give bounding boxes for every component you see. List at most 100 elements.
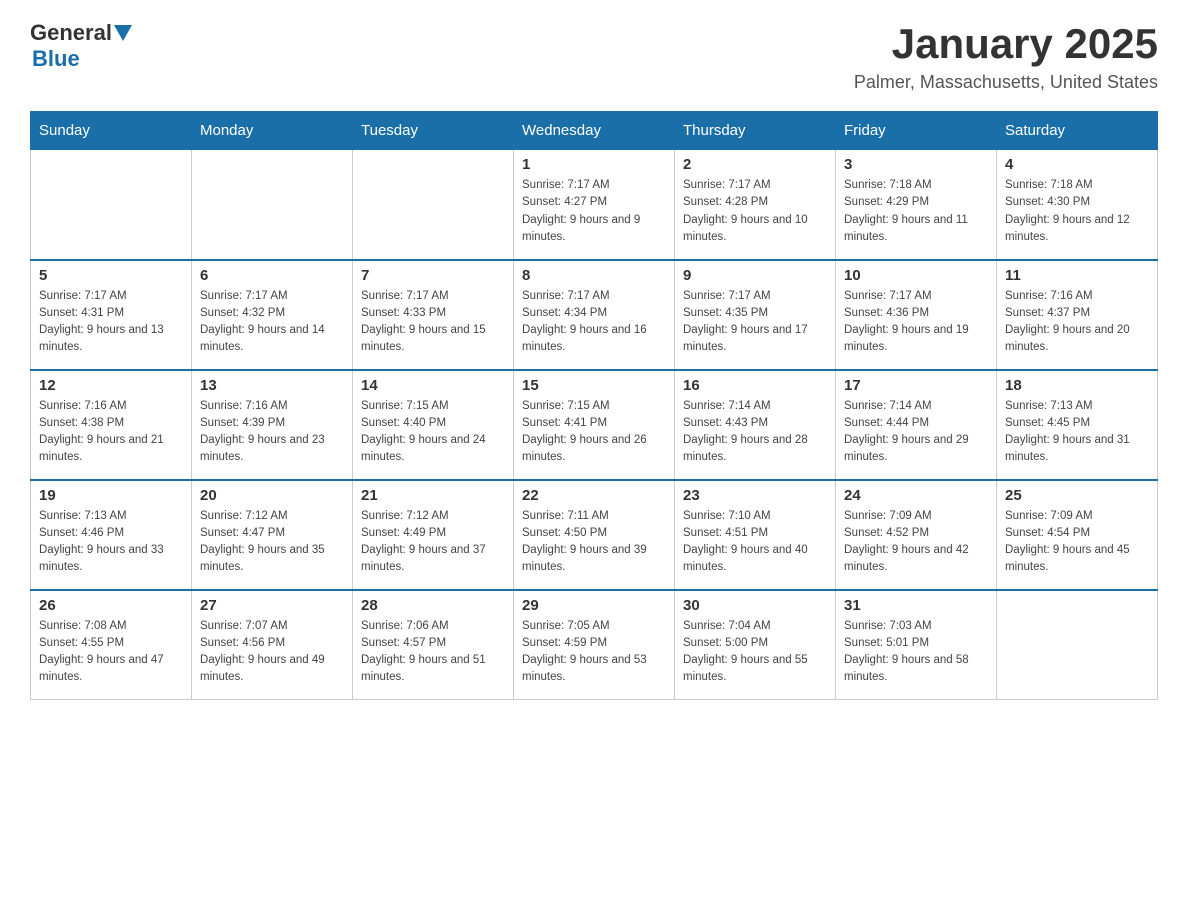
cell-week5-day2: 27 Sunrise: 7:07 AM Sunset: 4:56 PM Dayli…	[192, 590, 353, 700]
day-number: 13	[200, 377, 344, 394]
day-info: Sunrise: 7:17 AM Sunset: 4:36 PM Dayligh…	[844, 288, 988, 357]
day-number: 12	[39, 377, 183, 394]
header-sunday: Sunday	[31, 112, 192, 150]
day-number: 3	[844, 156, 988, 173]
cell-week3-day4: 15 Sunrise: 7:15 AM Sunset: 4:41 PM Dayli…	[514, 370, 675, 480]
day-info: Sunrise: 7:12 AM Sunset: 4:49 PM Dayligh…	[361, 508, 505, 577]
day-number: 20	[200, 487, 344, 504]
day-number: 15	[522, 377, 666, 394]
day-number: 24	[844, 487, 988, 504]
day-info: Sunrise: 7:15 AM Sunset: 4:41 PM Dayligh…	[522, 398, 666, 467]
day-number: 25	[1005, 487, 1149, 504]
week-row-3: 12 Sunrise: 7:16 AM Sunset: 4:38 PM Dayli…	[31, 370, 1158, 480]
cell-week2-day2: 6 Sunrise: 7:17 AM Sunset: 4:32 PM Daylig…	[192, 260, 353, 370]
day-number: 4	[1005, 156, 1149, 173]
day-number: 22	[522, 487, 666, 504]
day-info: Sunrise: 7:07 AM Sunset: 4:56 PM Dayligh…	[200, 618, 344, 687]
day-info: Sunrise: 7:17 AM Sunset: 4:28 PM Dayligh…	[683, 177, 827, 246]
day-info: Sunrise: 7:09 AM Sunset: 4:52 PM Dayligh…	[844, 508, 988, 577]
day-number: 19	[39, 487, 183, 504]
day-number: 11	[1005, 267, 1149, 284]
day-number: 31	[844, 597, 988, 614]
cell-week1-day5: 2Sunrise: 7:17 AM Sunset: 4:28 PM Daylig…	[675, 150, 836, 260]
cell-week2-day5: 9 Sunrise: 7:17 AM Sunset: 4:35 PM Daylig…	[675, 260, 836, 370]
cell-week2-day7: 11 Sunrise: 7:16 AM Sunset: 4:37 PM Dayli…	[997, 260, 1158, 370]
day-info: Sunrise: 7:15 AM Sunset: 4:40 PM Dayligh…	[361, 398, 505, 467]
header-monday: Monday	[192, 112, 353, 150]
cell-week1-day3	[353, 150, 514, 260]
cell-week1-day4: 1 Sunrise: 7:17 AM Sunset: 4:27 PM Daylig…	[514, 150, 675, 260]
day-number: 8	[522, 267, 666, 284]
cell-week5-day4: 29 Sunrise: 7:05 AM Sunset: 4:59 PM Dayli…	[514, 590, 675, 700]
day-number: 7	[361, 267, 505, 284]
logo-general-text: General	[30, 20, 112, 46]
week-row-4: 19 Sunrise: 7:13 AM Sunset: 4:46 PM Dayli…	[31, 480, 1158, 590]
day-info: Sunrise: 7:16 AM Sunset: 4:38 PM Dayligh…	[39, 398, 183, 467]
day-number: 10	[844, 267, 988, 284]
day-info: Sunrise: 7:12 AM Sunset: 4:47 PM Dayligh…	[200, 508, 344, 577]
day-number: 14	[361, 377, 505, 394]
cell-week3-day7: 18 Sunrise: 7:13 AM Sunset: 4:45 PM Dayli…	[997, 370, 1158, 480]
cell-week1-day7: 4 Sunrise: 7:18 AM Sunset: 4:30 PM Daylig…	[997, 150, 1158, 260]
day-number: 1	[522, 156, 666, 173]
cell-week4-day6: 24 Sunrise: 7:09 AM Sunset: 4:52 PM Dayli…	[836, 480, 997, 590]
page-header: General Blue January 2025 Palmer, Massac…	[30, 20, 1158, 93]
day-info: Sunrise: 7:17 AM Sunset: 4:27 PM Dayligh…	[522, 177, 666, 246]
cell-week4-day3: 21 Sunrise: 7:12 AM Sunset: 4:49 PM Dayli…	[353, 480, 514, 590]
day-number: 5	[39, 267, 183, 284]
day-info: Sunrise: 7:17 AM Sunset: 4:34 PM Dayligh…	[522, 288, 666, 357]
title-block: January 2025 Palmer, Massachusetts, Unit…	[854, 20, 1158, 93]
cell-week3-day5: 16Sunrise: 7:14 AM Sunset: 4:43 PM Dayli…	[675, 370, 836, 480]
cell-week5-day6: 31Sunrise: 7:03 AM Sunset: 5:01 PM Dayli…	[836, 590, 997, 700]
day-info: Sunrise: 7:08 AM Sunset: 4:55 PM Dayligh…	[39, 618, 183, 687]
calendar-header-row: Sunday Monday Tuesday Wednesday Thursday…	[31, 112, 1158, 150]
calendar-table: Sunday Monday Tuesday Wednesday Thursday…	[30, 111, 1158, 700]
day-info: Sunrise: 7:16 AM Sunset: 4:37 PM Dayligh…	[1005, 288, 1149, 357]
cell-week4-day1: 19 Sunrise: 7:13 AM Sunset: 4:46 PM Dayli…	[31, 480, 192, 590]
cell-week1-day1	[31, 150, 192, 260]
header-wednesday: Wednesday	[514, 112, 675, 150]
day-info: Sunrise: 7:17 AM Sunset: 4:31 PM Dayligh…	[39, 288, 183, 357]
day-number: 27	[200, 597, 344, 614]
day-info: Sunrise: 7:18 AM Sunset: 4:30 PM Dayligh…	[1005, 177, 1149, 246]
logo: General Blue	[30, 20, 132, 72]
cell-week5-day3: 28 Sunrise: 7:06 AM Sunset: 4:57 PM Dayli…	[353, 590, 514, 700]
day-number: 29	[522, 597, 666, 614]
day-info: Sunrise: 7:06 AM Sunset: 4:57 PM Dayligh…	[361, 618, 505, 687]
cell-week3-day3: 14 Sunrise: 7:15 AM Sunset: 4:40 PM Dayli…	[353, 370, 514, 480]
cell-week4-day2: 20 Sunrise: 7:12 AM Sunset: 4:47 PM Dayli…	[192, 480, 353, 590]
cell-week5-day5: 30 Sunrise: 7:04 AM Sunset: 5:00 PM Dayli…	[675, 590, 836, 700]
week-row-1: 1 Sunrise: 7:17 AM Sunset: 4:27 PM Daylig…	[31, 150, 1158, 260]
day-number: 23	[683, 487, 827, 504]
day-number: 30	[683, 597, 827, 614]
day-number: 28	[361, 597, 505, 614]
header-thursday: Thursday	[675, 112, 836, 150]
day-info: Sunrise: 7:04 AM Sunset: 5:00 PM Dayligh…	[683, 618, 827, 687]
logo-blue-text: Blue	[32, 46, 80, 72]
day-info: Sunrise: 7:18 AM Sunset: 4:29 PM Dayligh…	[844, 177, 988, 246]
day-number: 16	[683, 377, 827, 394]
day-info: Sunrise: 7:05 AM Sunset: 4:59 PM Dayligh…	[522, 618, 666, 687]
day-number: 18	[1005, 377, 1149, 394]
day-number: 6	[200, 267, 344, 284]
week-row-5: 26 Sunrise: 7:08 AM Sunset: 4:55 PM Dayli…	[31, 590, 1158, 700]
day-info: Sunrise: 7:13 AM Sunset: 4:45 PM Dayligh…	[1005, 398, 1149, 467]
location-title: Palmer, Massachusetts, United States	[854, 72, 1158, 93]
day-info: Sunrise: 7:17 AM Sunset: 4:33 PM Dayligh…	[361, 288, 505, 357]
day-info: Sunrise: 7:17 AM Sunset: 4:35 PM Dayligh…	[683, 288, 827, 357]
cell-week4-day5: 23Sunrise: 7:10 AM Sunset: 4:51 PM Dayli…	[675, 480, 836, 590]
cell-week1-day2	[192, 150, 353, 260]
cell-week4-day7: 25Sunrise: 7:09 AM Sunset: 4:54 PM Dayli…	[997, 480, 1158, 590]
cell-week5-day1: 26 Sunrise: 7:08 AM Sunset: 4:55 PM Dayli…	[31, 590, 192, 700]
day-info: Sunrise: 7:17 AM Sunset: 4:32 PM Dayligh…	[200, 288, 344, 357]
day-number: 9	[683, 267, 827, 284]
day-info: Sunrise: 7:11 AM Sunset: 4:50 PM Dayligh…	[522, 508, 666, 577]
day-number: 21	[361, 487, 505, 504]
day-number: 17	[844, 377, 988, 394]
header-saturday: Saturday	[997, 112, 1158, 150]
day-info: Sunrise: 7:13 AM Sunset: 4:46 PM Dayligh…	[39, 508, 183, 577]
day-number: 26	[39, 597, 183, 614]
logo-triangle-icon	[114, 25, 132, 43]
cell-week3-day2: 13 Sunrise: 7:16 AM Sunset: 4:39 PM Dayli…	[192, 370, 353, 480]
day-info: Sunrise: 7:16 AM Sunset: 4:39 PM Dayligh…	[200, 398, 344, 467]
